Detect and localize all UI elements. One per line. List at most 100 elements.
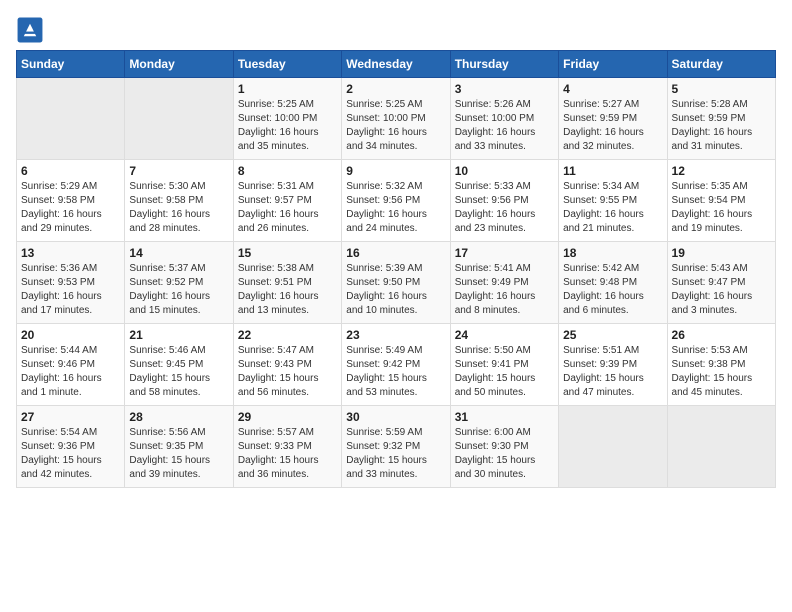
calendar-cell: 24 Sunrise: 5:50 AM Sunset: 9:41 PM Dayli… <box>450 324 558 406</box>
cell-content: Sunrise: 5:50 AM Sunset: 9:41 PM Dayligh… <box>455 344 554 400</box>
calendar-cell: 1 Sunrise: 5:25 AM Sunset: 10:00 PM Dayli… <box>233 78 341 160</box>
day-number: 1 <box>238 82 337 96</box>
calendar-cell: 27 Sunrise: 5:54 AM Sunset: 9:36 PM Dayli… <box>17 406 125 488</box>
day-number: 22 <box>238 328 337 342</box>
day-number: 10 <box>455 164 554 178</box>
day-number: 12 <box>672 164 771 178</box>
cell-content: Sunrise: 5:30 AM Sunset: 9:58 PM Dayligh… <box>129 180 228 236</box>
day-number: 15 <box>238 246 337 260</box>
cell-content: Sunrise: 5:36 AM Sunset: 9:53 PM Dayligh… <box>21 262 120 318</box>
calendar-cell: 4Sunrise: 5:27 AM Sunset: 9:59 PM Daylig… <box>559 78 667 160</box>
calendar-cell: 8 Sunrise: 5:31 AM Sunset: 9:57 PM Daylig… <box>233 160 341 242</box>
cell-content: Sunrise: 5:53 AM Sunset: 9:38 PM Dayligh… <box>672 344 771 400</box>
cell-content: Sunrise: 5:27 AM Sunset: 9:59 PM Dayligh… <box>563 98 662 154</box>
cell-content: Sunrise: 6:00 AM Sunset: 9:30 PM Dayligh… <box>455 426 554 482</box>
cell-content: Sunrise: 5:59 AM Sunset: 9:32 PM Dayligh… <box>346 426 445 482</box>
day-number: 7 <box>129 164 228 178</box>
cell-content: Sunrise: 5:25 AM Sunset: 10:00 PM Daylig… <box>238 98 337 154</box>
calendar-cell: 5 Sunrise: 5:28 AM Sunset: 9:59 PM Daylig… <box>667 78 775 160</box>
calendar-cell: 21Sunrise: 5:46 AM Sunset: 9:45 PM Dayli… <box>125 324 233 406</box>
cell-content: Sunrise: 5:54 AM Sunset: 9:36 PM Dayligh… <box>21 426 120 482</box>
day-number: 29 <box>238 410 337 424</box>
calendar-cell: 10 Sunrise: 5:33 AM Sunset: 9:56 PM Dayli… <box>450 160 558 242</box>
calendar-cell <box>667 406 775 488</box>
calendar-cell <box>125 78 233 160</box>
calendar-cell: 13 Sunrise: 5:36 AM Sunset: 9:53 PM Dayli… <box>17 242 125 324</box>
cell-content: Sunrise: 5:39 AM Sunset: 9:50 PM Dayligh… <box>346 262 445 318</box>
day-number: 31 <box>455 410 554 424</box>
cell-content: Sunrise: 5:34 AM Sunset: 9:55 PM Dayligh… <box>563 180 662 236</box>
day-number: 13 <box>21 246 120 260</box>
cell-content: Sunrise: 5:32 AM Sunset: 9:56 PM Dayligh… <box>346 180 445 236</box>
day-number: 23 <box>346 328 445 342</box>
day-number: 28 <box>129 410 228 424</box>
calendar-cell: 11 Sunrise: 5:34 AM Sunset: 9:55 PM Dayli… <box>559 160 667 242</box>
calendar-cell: 7 Sunrise: 5:30 AM Sunset: 9:58 PM Daylig… <box>125 160 233 242</box>
calendar-cell: 18 Sunrise: 5:42 AM Sunset: 9:48 PM Dayli… <box>559 242 667 324</box>
calendar-cell: 14 Sunrise: 5:37 AM Sunset: 9:52 PM Dayli… <box>125 242 233 324</box>
calendar-cell: 9Sunrise: 5:32 AM Sunset: 9:56 PM Daylig… <box>342 160 450 242</box>
header-day-monday: Monday <box>125 51 233 78</box>
cell-content: Sunrise: 5:43 AM Sunset: 9:47 PM Dayligh… <box>672 262 771 318</box>
day-number: 24 <box>455 328 554 342</box>
calendar-cell: 26 Sunrise: 5:53 AM Sunset: 9:38 PM Dayli… <box>667 324 775 406</box>
header-day-saturday: Saturday <box>667 51 775 78</box>
cell-content: Sunrise: 5:31 AM Sunset: 9:57 PM Dayligh… <box>238 180 337 236</box>
cell-content: Sunrise: 5:56 AM Sunset: 9:35 PM Dayligh… <box>129 426 228 482</box>
day-number: 14 <box>129 246 228 260</box>
header-day-tuesday: Tuesday <box>233 51 341 78</box>
calendar-cell: 17 Sunrise: 5:41 AM Sunset: 9:49 PM Dayli… <box>450 242 558 324</box>
day-number: 21 <box>129 328 228 342</box>
header-day-thursday: Thursday <box>450 51 558 78</box>
calendar-cell: 12 Sunrise: 5:35 AM Sunset: 9:54 PM Dayli… <box>667 160 775 242</box>
day-number: 5 <box>672 82 771 96</box>
day-number: 26 <box>672 328 771 342</box>
calendar-cell: 6Sunrise: 5:29 AM Sunset: 9:58 PM Daylig… <box>17 160 125 242</box>
calendar-week-4: 20 Sunrise: 5:44 AM Sunset: 9:46 PM Dayli… <box>17 324 776 406</box>
calendar-header-row: SundayMondayTuesdayWednesdayThursdayFrid… <box>17 51 776 78</box>
day-number: 20 <box>21 328 120 342</box>
header-day-sunday: Sunday <box>17 51 125 78</box>
cell-content: Sunrise: 5:37 AM Sunset: 9:52 PM Dayligh… <box>129 262 228 318</box>
cell-content: Sunrise: 5:35 AM Sunset: 9:54 PM Dayligh… <box>672 180 771 236</box>
header-day-friday: Friday <box>559 51 667 78</box>
cell-content: Sunrise: 5:49 AM Sunset: 9:42 PM Dayligh… <box>346 344 445 400</box>
calendar-cell: 3Sunrise: 5:26 AM Sunset: 10:00 PM Dayli… <box>450 78 558 160</box>
cell-content: Sunrise: 5:38 AM Sunset: 9:51 PM Dayligh… <box>238 262 337 318</box>
calendar-cell: 20 Sunrise: 5:44 AM Sunset: 9:46 PM Dayli… <box>17 324 125 406</box>
calendar-cell <box>559 406 667 488</box>
calendar-week-5: 27 Sunrise: 5:54 AM Sunset: 9:36 PM Dayli… <box>17 406 776 488</box>
calendar-week-1: 1 Sunrise: 5:25 AM Sunset: 10:00 PM Dayli… <box>17 78 776 160</box>
calendar-week-2: 6Sunrise: 5:29 AM Sunset: 9:58 PM Daylig… <box>17 160 776 242</box>
cell-content: Sunrise: 5:28 AM Sunset: 9:59 PM Dayligh… <box>672 98 771 154</box>
calendar-cell: 25Sunrise: 5:51 AM Sunset: 9:39 PM Dayli… <box>559 324 667 406</box>
day-number: 2 <box>346 82 445 96</box>
calendar-cell: 31 Sunrise: 6:00 AM Sunset: 9:30 PM Dayli… <box>450 406 558 488</box>
calendar-cell: 28 Sunrise: 5:56 AM Sunset: 9:35 PM Dayli… <box>125 406 233 488</box>
logo-icon <box>16 16 44 44</box>
day-number: 8 <box>238 164 337 178</box>
day-number: 18 <box>563 246 662 260</box>
cell-content: Sunrise: 5:44 AM Sunset: 9:46 PM Dayligh… <box>21 344 120 400</box>
day-number: 16 <box>346 246 445 260</box>
calendar-cell: 30Sunrise: 5:59 AM Sunset: 9:32 PM Dayli… <box>342 406 450 488</box>
calendar-cell: 22Sunrise: 5:47 AM Sunset: 9:43 PM Dayli… <box>233 324 341 406</box>
calendar-week-3: 13 Sunrise: 5:36 AM Sunset: 9:53 PM Dayli… <box>17 242 776 324</box>
cell-content: Sunrise: 5:26 AM Sunset: 10:00 PM Daylig… <box>455 98 554 154</box>
cell-content: Sunrise: 5:51 AM Sunset: 9:39 PM Dayligh… <box>563 344 662 400</box>
day-number: 27 <box>21 410 120 424</box>
calendar-cell: 15 Sunrise: 5:38 AM Sunset: 9:51 PM Dayli… <box>233 242 341 324</box>
calendar-cell: 2 Sunrise: 5:25 AM Sunset: 10:00 PM Dayli… <box>342 78 450 160</box>
calendar-cell <box>17 78 125 160</box>
day-number: 11 <box>563 164 662 178</box>
calendar-cell: 19Sunrise: 5:43 AM Sunset: 9:47 PM Dayli… <box>667 242 775 324</box>
calendar-cell: 23 Sunrise: 5:49 AM Sunset: 9:42 PM Dayli… <box>342 324 450 406</box>
cell-content: Sunrise: 5:57 AM Sunset: 9:33 PM Dayligh… <box>238 426 337 482</box>
cell-content: Sunrise: 5:42 AM Sunset: 9:48 PM Dayligh… <box>563 262 662 318</box>
calendar-table: SundayMondayTuesdayWednesdayThursdayFrid… <box>16 50 776 488</box>
cell-content: Sunrise: 5:41 AM Sunset: 9:49 PM Dayligh… <box>455 262 554 318</box>
cell-content: Sunrise: 5:33 AM Sunset: 9:56 PM Dayligh… <box>455 180 554 236</box>
day-number: 17 <box>455 246 554 260</box>
day-number: 6 <box>21 164 120 178</box>
cell-content: Sunrise: 5:25 AM Sunset: 10:00 PM Daylig… <box>346 98 445 154</box>
